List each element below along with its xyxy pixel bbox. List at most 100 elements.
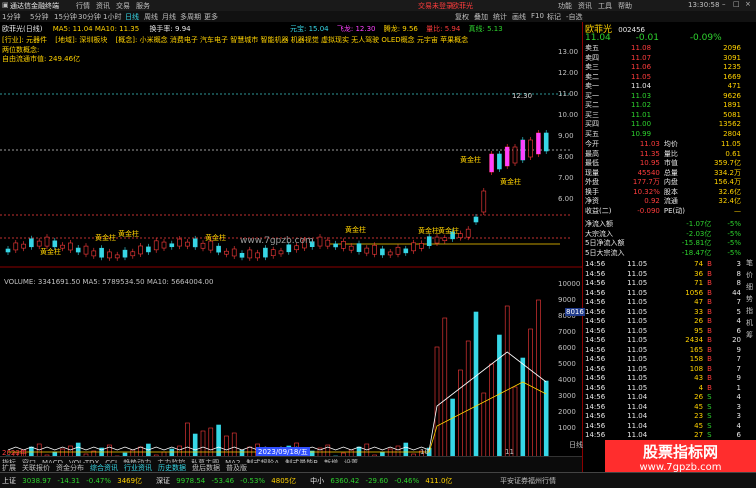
candle-body bbox=[91, 250, 97, 257]
side-tab[interactable]: 笔 bbox=[746, 258, 756, 270]
annotation-label: 黄金柱 bbox=[438, 226, 459, 235]
menu-info[interactable]: 资讯 bbox=[578, 1, 592, 11]
close-icon[interactable]: × bbox=[745, 0, 751, 8]
stat-label: 量比 bbox=[663, 149, 678, 158]
tick-time: 14:56 bbox=[585, 345, 606, 354]
kline-chart-panel[interactable]: 欧菲光(日线) MA5: 11.04 MA10: 11.35 换手率: 9.94… bbox=[0, 22, 583, 472]
index-item[interactable]: 上证 3038.97 -14.31 -0.47% 3469亿 bbox=[2, 477, 146, 485]
index-item[interactable]: 中小 6360.42 -29.60 -0.46% 411.0亿 bbox=[310, 477, 456, 485]
stat-value: 0.61 bbox=[725, 149, 741, 158]
side-tab[interactable]: 价 bbox=[746, 270, 756, 282]
tick-volume: 158 bbox=[689, 355, 704, 363]
ad-banner[interactable]: 股票指标网 www.7gpzb.com bbox=[605, 440, 756, 473]
login-status[interactable]: 交易未登录 bbox=[418, 1, 453, 11]
price-tick: 12.00 bbox=[558, 69, 579, 77]
tick-count: 5 bbox=[736, 307, 741, 316]
period-30min[interactable]: 30分钟 bbox=[78, 12, 101, 22]
panel-tab[interactable]: 历史数据 bbox=[158, 464, 186, 472]
btn-draw[interactable]: 画线 bbox=[512, 12, 526, 22]
tick-row: 14:56 11.05 158 B 7 bbox=[583, 355, 743, 365]
tick-row: 14:56 11.05 43 B 9 bbox=[583, 374, 743, 384]
stat-label: PE(动) bbox=[663, 206, 685, 215]
stat-label: 今开 bbox=[585, 140, 599, 148]
period-monthly[interactable]: 月线 bbox=[162, 12, 176, 22]
tick-side: S bbox=[707, 402, 712, 411]
btn-stats[interactable]: 统计 bbox=[493, 12, 507, 22]
volume-tick: 4000 bbox=[558, 376, 576, 384]
menu-function[interactable]: 功能 bbox=[558, 1, 572, 11]
price-tick: 10.00 bbox=[558, 111, 579, 119]
stat-value: 11.03 bbox=[639, 140, 660, 148]
side-tab[interactable]: 势 bbox=[746, 294, 756, 306]
order-book-row[interactable]: 卖一 11.04 471 bbox=[583, 82, 743, 92]
panel-tab[interactable]: 行业资讯 bbox=[124, 464, 152, 472]
side-tab[interactable]: 机 bbox=[746, 318, 756, 330]
btn-f10[interactable]: F10 bbox=[531, 12, 544, 20]
period-weekly[interactable]: 周线 bbox=[144, 12, 158, 22]
index-item[interactable]: 深证 9978.54 -53.46 -0.53% 4805亿 bbox=[156, 477, 300, 485]
btn-adjust[interactable]: 复权 bbox=[455, 12, 469, 22]
order-book-row[interactable]: 买一 11.03 9626 bbox=[583, 92, 743, 102]
order-book-row[interactable]: 卖三 11.06 1235 bbox=[583, 63, 743, 73]
btn-watchlist[interactable]: -自选 bbox=[566, 12, 583, 22]
period-15min[interactable]: 15分钟 bbox=[54, 12, 77, 22]
order-book-row[interactable]: 买二 11.02 1891 bbox=[583, 101, 743, 111]
tick-count: 6 bbox=[736, 326, 741, 335]
side-tab-8016[interactable]: 8016 bbox=[565, 308, 585, 316]
menu-tools[interactable]: 工具 bbox=[598, 1, 612, 11]
tick-row: 14:56 11.05 71 B 8 bbox=[583, 279, 743, 289]
period-1min[interactable]: 1分钟 bbox=[2, 12, 20, 22]
server-label: 平安证券福州行情 bbox=[500, 477, 556, 485]
side-tab[interactable]: 细 bbox=[746, 282, 756, 294]
stat-label: 换手 bbox=[585, 187, 599, 196]
side-tab[interactable]: 筹 bbox=[746, 330, 756, 342]
flow-pct: -5% bbox=[727, 229, 741, 238]
book-label: 买一 bbox=[585, 91, 599, 100]
candle-body bbox=[13, 242, 19, 251]
period-more[interactable]: 更多 bbox=[204, 12, 218, 22]
order-book-row[interactable]: 卖四 11.07 3091 bbox=[583, 54, 743, 64]
order-book-row[interactable]: 买三 11.01 5081 bbox=[583, 111, 743, 121]
volume-tick: 9000 bbox=[558, 296, 576, 304]
stats-row: 最低 10.95 市值 359.7亿 bbox=[583, 159, 743, 169]
order-book-row[interactable]: 买四 11.00 13562 bbox=[583, 120, 743, 130]
book-volume: 471 bbox=[727, 82, 741, 90]
panel-tab[interactable]: 普及版 bbox=[226, 464, 247, 472]
panel-tab[interactable]: 盘后数据 bbox=[192, 464, 220, 472]
status-bar: 上证 3038.97 -14.31 -0.47% 3469亿 深证 9978.54… bbox=[0, 472, 756, 488]
menu-help[interactable]: 帮助 bbox=[618, 1, 632, 11]
period-multi[interactable]: 多周期 bbox=[180, 12, 201, 22]
side-tab[interactable]: 指 bbox=[746, 306, 756, 318]
tick-price: 11.05 bbox=[627, 279, 648, 287]
tick-price: 11.05 bbox=[627, 307, 648, 316]
index-ticker: 上证 3038.97 -14.31 -0.47% 3469亿 深证 9978.54… bbox=[2, 476, 466, 486]
candle-body bbox=[114, 254, 120, 259]
tick-row: 14:56 11.04 45 S 3 bbox=[583, 403, 743, 413]
period-1hour[interactable]: 1小时 bbox=[103, 12, 121, 22]
period-daily[interactable]: 日线 bbox=[125, 12, 139, 22]
panel-tab[interactable]: 关联报价 bbox=[22, 464, 50, 472]
panel-tab[interactable]: 综合资讯 bbox=[90, 464, 118, 472]
price-tick: 13.00 bbox=[558, 48, 579, 56]
btn-overlay[interactable]: 叠加 bbox=[474, 12, 488, 22]
order-book-row[interactable]: 卖二 11.05 1669 bbox=[583, 73, 743, 83]
menu-trade[interactable]: 交易 bbox=[116, 1, 130, 11]
tick-price: 11.05 bbox=[627, 383, 648, 392]
candle-body bbox=[146, 246, 151, 253]
menu-service[interactable]: 服务 bbox=[136, 1, 150, 11]
stat-label: 股本 bbox=[663, 187, 678, 196]
btn-mark[interactable]: 标记 bbox=[547, 12, 561, 22]
order-book-row[interactable]: 卖五 11.08 2096 bbox=[583, 44, 743, 54]
candle-highlight bbox=[536, 133, 541, 154]
panel-tab[interactable]: 扩展 bbox=[2, 464, 16, 472]
menu-quotes[interactable]: 行情 bbox=[76, 1, 90, 11]
tick-row: 14:56 11.05 2434 B 20 bbox=[583, 336, 743, 346]
volume-tick: 10000 bbox=[558, 280, 581, 288]
menu-news[interactable]: 资讯 bbox=[96, 1, 110, 11]
order-book-row[interactable]: 买五 10.99 2804 bbox=[583, 130, 743, 140]
maximize-icon[interactable]: □ bbox=[733, 0, 740, 8]
minimize-icon[interactable]: – bbox=[722, 0, 726, 8]
panel-tab[interactable]: 资金分布 bbox=[56, 464, 84, 472]
stat-label: 现量 bbox=[585, 168, 599, 177]
period-5min[interactable]: 5分钟 bbox=[30, 12, 48, 22]
